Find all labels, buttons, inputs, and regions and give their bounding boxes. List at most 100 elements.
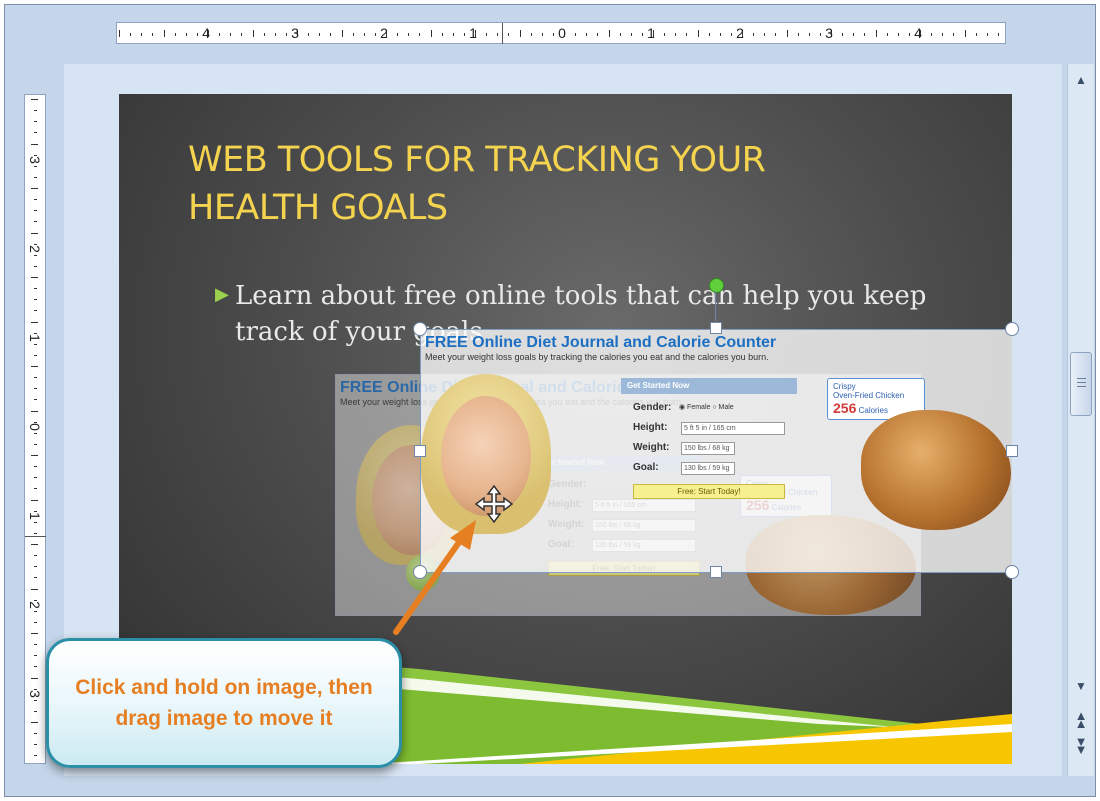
horizontal-ruler[interactable]: 4 3 2 1 0 1 2 3 4 (116, 22, 1006, 44)
slide-title[interactable]: WEB TOOLS FOR TRACKING YOUR HEALTH GOALS (188, 136, 888, 232)
ruler-tick (575, 33, 577, 36)
ruler-tick (341, 30, 343, 37)
ruler-tick (31, 633, 38, 634)
scroll-down-icon[interactable]: ▼ (1071, 676, 1091, 696)
ruler-tick (363, 33, 365, 36)
ruler-tick (34, 388, 37, 390)
ruler-tick (530, 33, 532, 36)
ruler-tick (34, 744, 37, 746)
ruler-tick (241, 33, 243, 36)
ruler-tick (31, 143, 38, 145)
ruler-tick (34, 644, 37, 646)
ruler-tick (196, 33, 198, 36)
ruler-tick (31, 188, 38, 189)
ruler-label: 4 (914, 25, 922, 41)
ruler-tick (552, 33, 554, 36)
ruler-tick (664, 33, 666, 36)
ruler-tick (441, 33, 443, 36)
ruler-tick (219, 33, 221, 36)
ruler-tick (34, 621, 37, 623)
ruler-tick (519, 30, 521, 37)
instruction-text: Click and hold on image, then drag image… (75, 676, 373, 730)
ruler-tick (34, 310, 37, 312)
resize-handle-bottom-right[interactable] (1005, 565, 1019, 579)
ruler-tick (31, 588, 38, 590)
resize-handle-left[interactable] (414, 445, 426, 457)
image-heading: FREE Online Diet Journal and Calorie Cou… (425, 334, 777, 351)
ruler-tick (730, 33, 732, 36)
ruler-tick (263, 33, 265, 36)
selected-image[interactable]: FREE Online Diet Journal and Calorie Cou… (420, 329, 1012, 573)
ruler-tick (34, 265, 37, 267)
ruler-tick (797, 33, 799, 36)
ruler-tick (34, 288, 37, 290)
rotation-handle-stem (715, 291, 716, 321)
chicken-image (861, 410, 1011, 530)
ruler-tick (34, 532, 37, 534)
ruler-tick (786, 30, 788, 37)
ruler-tick (34, 110, 37, 112)
ruler-tick (953, 33, 955, 36)
ruler-tick (352, 33, 354, 36)
vertical-scrollbar[interactable]: ▲ ▼ ▲ ▲ ▼ ▼ (1067, 64, 1094, 776)
resize-handle-top[interactable] (710, 322, 722, 334)
ruler-tick (964, 30, 966, 37)
next-slide-icon[interactable]: ▼ ▼ (1071, 735, 1091, 756)
ruler-tick (31, 722, 38, 723)
ruler-tick (34, 176, 37, 178)
ruler-tick (330, 33, 332, 36)
ruler-tick (130, 33, 132, 36)
ruler-tick (274, 33, 276, 36)
ruler-tick (308, 33, 310, 36)
ruler-tick (864, 33, 866, 36)
ruler-tick (34, 299, 37, 301)
ruler-tick (419, 33, 421, 36)
vertical-ruler[interactable]: 3 2 1 0 1 2 3 (24, 94, 46, 764)
ruler-tick (597, 33, 599, 36)
ruler-tick (408, 33, 410, 36)
ruler-tick (764, 33, 766, 36)
ruler-tick (252, 30, 254, 37)
ruler-tick (285, 33, 287, 36)
ruler-tick (319, 33, 321, 36)
ruler-tick (853, 33, 855, 36)
weight-label: Weight: (633, 442, 670, 453)
ruler-label: 3 (291, 25, 299, 41)
ruler-tick (675, 33, 677, 36)
goal-label: Goal: (633, 462, 659, 473)
ruler-tick (31, 232, 38, 234)
ruler-tick (374, 33, 376, 36)
previous-slide-icon[interactable]: ▲ ▲ (1071, 709, 1091, 730)
resize-handle-bottom-left[interactable] (413, 565, 427, 579)
resize-handle-top-left[interactable] (413, 322, 427, 336)
move-arrows-icon (474, 484, 514, 524)
ruler-tick (897, 33, 899, 36)
ruler-tick (697, 30, 699, 37)
ruler-tick (34, 733, 37, 735)
ruler-tick (34, 466, 37, 468)
get-started-bar: Get Started Now (621, 378, 797, 394)
scroll-up-icon[interactable]: ▲ (1071, 70, 1091, 90)
ruler-tick (34, 655, 37, 657)
ruler-tick (119, 30, 120, 37)
ruler-tick (753, 33, 755, 36)
rotation-handle[interactable] (709, 278, 724, 293)
ruler-tick (34, 221, 37, 223)
ruler-tick (997, 33, 999, 36)
resize-handle-top-right[interactable] (1005, 322, 1019, 336)
scroll-thumb[interactable] (1070, 352, 1092, 416)
callout-unit: Calories (858, 406, 888, 415)
ruler-label: 2 (380, 25, 388, 41)
resize-handle-bottom[interactable] (710, 566, 722, 578)
ruler-tick (486, 33, 488, 36)
bullet-arrow-icon: ▶ (215, 284, 229, 304)
ruler-tick (34, 443, 37, 445)
ruler-tick (34, 210, 37, 212)
ruler-tick (31, 277, 38, 278)
height-label: Height: (633, 422, 668, 433)
ruler-tick (842, 33, 844, 36)
resize-handle-right[interactable] (1006, 445, 1018, 457)
ruler-tick (430, 30, 432, 37)
ruler-tick (619, 33, 621, 36)
ruler-tick (908, 33, 910, 36)
